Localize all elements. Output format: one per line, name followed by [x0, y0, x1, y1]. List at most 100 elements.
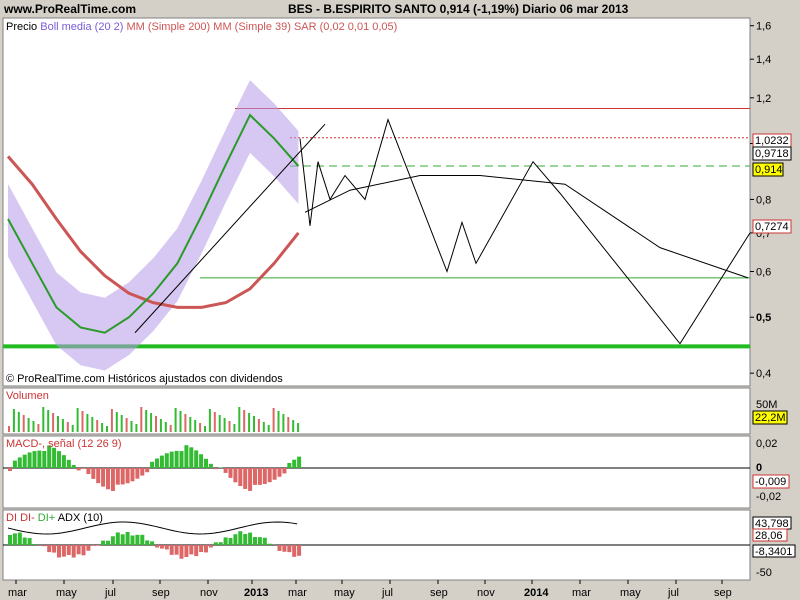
volume-bar — [57, 416, 59, 432]
price-y-tick: 0,8 — [756, 194, 771, 206]
volume-bar — [267, 425, 270, 432]
volume-bar — [106, 426, 108, 432]
macd-bar — [135, 468, 140, 479]
legend-precio: Precio Boll media (20 2) MM (Simple 200)… — [6, 21, 397, 33]
adx-bar — [12, 533, 17, 545]
volume-bar — [199, 423, 202, 432]
adx-bar — [243, 534, 248, 545]
macd-bar — [228, 468, 233, 478]
macd-bar — [257, 468, 262, 485]
volume-bar — [297, 423, 300, 432]
macd-bar — [150, 461, 155, 468]
macd-bar — [243, 468, 248, 489]
macd-bar — [61, 455, 66, 468]
x-axis-label: jul — [104, 587, 116, 599]
volume-bar — [32, 421, 35, 432]
macd-bar — [262, 468, 267, 484]
x-axis-label: sep — [152, 587, 170, 599]
adx-bar — [86, 545, 91, 551]
macd-bar — [189, 447, 194, 468]
adx-bar — [135, 534, 140, 545]
adx-bar — [257, 537, 262, 545]
macd-bar — [253, 468, 257, 485]
volume-bar — [8, 426, 10, 432]
adx-bar — [199, 545, 204, 553]
macd-label: MACD-, señal (12 26 9) — [6, 438, 122, 450]
adx-bar — [213, 542, 218, 545]
volume-bar — [213, 412, 216, 432]
volume-bar — [262, 422, 265, 432]
volume-bar — [86, 414, 89, 432]
adx-bar — [61, 545, 66, 557]
adx-bar — [164, 545, 169, 550]
volume-bar — [233, 424, 236, 432]
x-axis-label: mar — [572, 587, 591, 599]
adx-bar — [140, 534, 145, 545]
volume-bar — [272, 408, 275, 432]
macd-bar — [106, 468, 110, 490]
volume-bar — [140, 407, 143, 432]
macd-bar — [164, 453, 169, 468]
macd-bar — [184, 445, 189, 468]
macd-bar — [145, 468, 150, 473]
volume-bar — [223, 418, 226, 432]
volume-bar — [22, 415, 25, 432]
adx-bar — [287, 545, 292, 553]
adx-bar — [125, 532, 130, 545]
macd-bar — [140, 468, 145, 476]
adx-badge-2-text: 28,06 — [755, 530, 783, 542]
price-badge-1: 1,0232 — [752, 133, 792, 148]
adx-bar — [238, 531, 243, 545]
macd-bar — [32, 451, 37, 468]
adx-bar — [184, 545, 189, 557]
macd-bar — [272, 468, 277, 480]
price-y-tick: 0,4 — [756, 368, 771, 380]
chart-canvas[interactable]: Precio Boll media (20 2) MM (Simple 200)… — [0, 0, 800, 600]
x-axis-label: mar — [8, 587, 27, 599]
volume-bar — [287, 417, 290, 432]
volume-bar — [155, 416, 157, 432]
adx-bar — [57, 545, 61, 558]
macd-bar — [52, 447, 57, 468]
adx-bar — [233, 534, 238, 545]
adx-bar — [277, 545, 282, 551]
adx-bar — [159, 545, 164, 549]
badge-1-text: 1,0232 — [755, 135, 789, 147]
adx-bar — [120, 534, 125, 545]
volume-bar — [110, 409, 113, 432]
volume-bar — [257, 419, 260, 432]
badge-4-text: 0,7274 — [755, 221, 789, 233]
volume-bar — [115, 412, 118, 432]
price-badge-2: 0,9718 — [752, 146, 792, 161]
volume-bar — [228, 421, 231, 432]
price-badge-3: 0,914 — [752, 162, 784, 177]
volume-bar — [47, 410, 50, 432]
price-y-tick: 1,4 — [756, 54, 771, 66]
macd-bar — [213, 468, 218, 470]
macd-bar — [130, 468, 135, 482]
macd-bar — [238, 468, 243, 487]
adx-bar — [76, 545, 81, 555]
volume-bar — [66, 422, 69, 432]
adx-tick-50: -50 — [756, 567, 772, 579]
x-axis-label: nov — [477, 587, 495, 599]
volume-bar — [248, 413, 251, 432]
adx-bar — [145, 540, 150, 545]
macd-bar — [282, 468, 287, 474]
adx-bar — [150, 541, 155, 545]
macd-badge-text: -0,009 — [755, 476, 786, 488]
footer-note: © ProRealTime.com Históricos ajustados c… — [6, 373, 283, 385]
macd-badge: -0,009 — [752, 474, 790, 489]
volume-bar — [145, 410, 148, 432]
price-y-tick: 0,5 — [756, 312, 771, 324]
adx-badge-1-text: 43,798 — [755, 518, 789, 530]
adx-bar — [155, 545, 159, 548]
adx-bar — [248, 532, 253, 545]
macd-bar — [91, 468, 96, 479]
macd-bar — [155, 458, 159, 468]
macd-bar — [174, 450, 179, 468]
macd-bar — [297, 456, 302, 468]
adx-badge-2: 28,06 — [752, 528, 788, 542]
macd-tick-bottom: -0,02 — [756, 491, 781, 503]
volume-bar — [61, 419, 64, 432]
